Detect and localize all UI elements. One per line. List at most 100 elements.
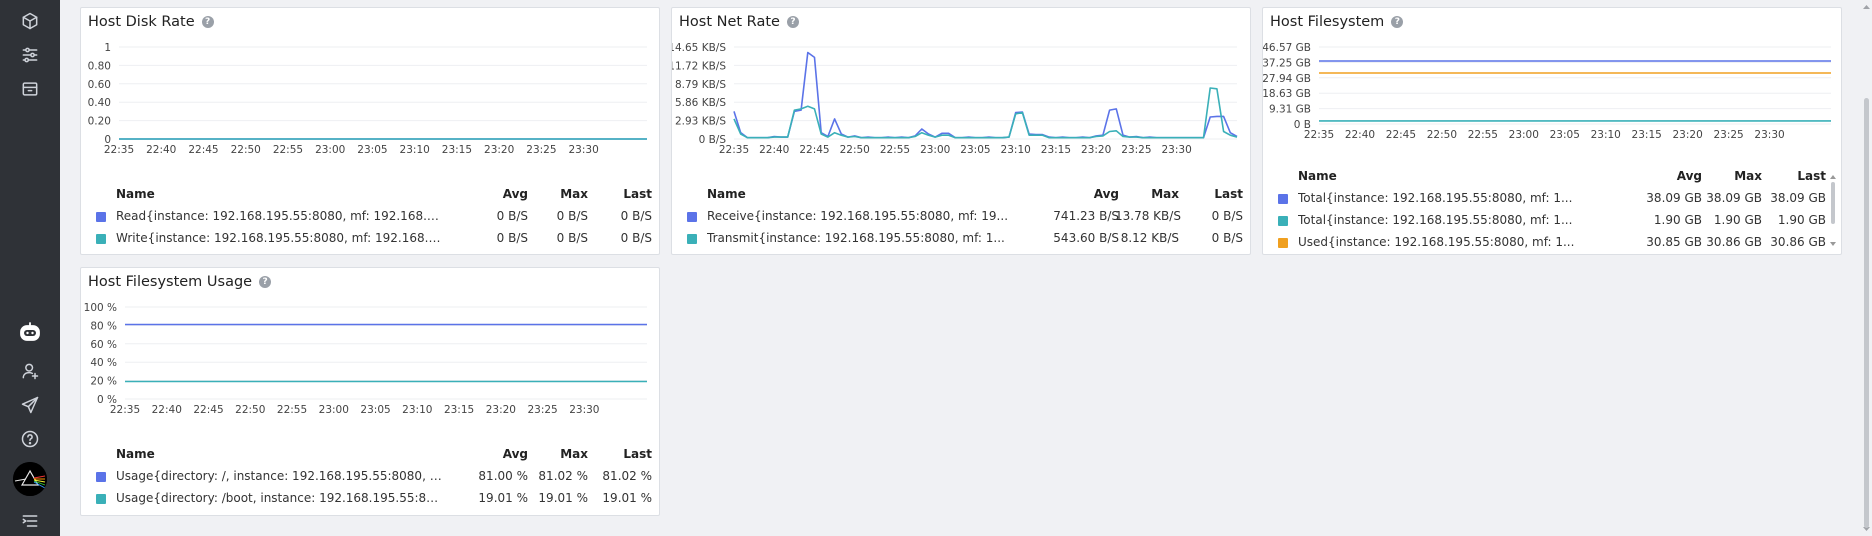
x-tick-label: 22:40: [146, 144, 176, 156]
legend-avg: 19.01 %: [478, 491, 528, 505]
y-tick-label: 2.93 KB/S: [675, 116, 726, 128]
x-tick-label: 23:00: [1509, 129, 1539, 141]
x-tick-label: 22:35: [719, 144, 749, 156]
y-tick-label: 27.94 GB: [1263, 73, 1311, 85]
chart-host-disk-rate: 10.800.600.400.20022:35 22:40 22:45 22:50 22…: [88, 42, 647, 156]
page-scrollbar-thumb[interactable]: [1864, 98, 1869, 528]
legend-swatch: [96, 472, 106, 482]
y-tick-label: 5.86 KB/S: [675, 97, 726, 109]
x-tick-label: 22:45: [188, 144, 218, 156]
legend-header-last: Last: [623, 187, 652, 201]
x-tick-label: 23:10: [400, 144, 430, 156]
legend-header-last: Last: [1797, 169, 1826, 183]
x-tick-label: 22:45: [799, 144, 829, 156]
legend-series-name: Receive{instance: 192.168.195.55:8080, m…: [707, 209, 1009, 223]
legend-swatch: [96, 494, 106, 504]
x-tick-label: 23:30: [1754, 129, 1784, 141]
legend-header-avg: Avg: [1676, 169, 1702, 183]
legend-item[interactable]: Usage{directory: /boot, instance: 192.16…: [96, 488, 652, 508]
send-icon[interactable]: [16, 391, 44, 419]
legend-last: 0 B/S: [1211, 209, 1243, 223]
panel-host-net-rate: Host Net Rate ? 14.65 KB/S 11.72 KB/S 8.79…: [671, 7, 1251, 255]
y-tick-label: 0.80: [88, 60, 111, 72]
legend-last: 0 B/S: [620, 231, 652, 245]
legend-series-name: Total{instance: 192.168.195.55:8080, mf:…: [1298, 191, 1573, 205]
legend-scrollbar[interactable]: [1829, 168, 1837, 254]
x-tick-label: 22:40: [759, 144, 789, 156]
legend-header-name: Name: [116, 187, 155, 201]
bot-icon[interactable]: [16, 318, 44, 346]
legend-item[interactable]: Used{instance: 192.168.195.55:8080, mf: …: [1278, 232, 1826, 252]
x-tick-label: 23:00: [920, 144, 950, 156]
x-tick-label: 23:20: [1081, 144, 1111, 156]
legend-item[interactable]: Write{instance: 192.168.195.55:8080, mf:…: [96, 228, 652, 248]
legend-series-name: Write{instance: 192.168.195.55:8080, mf:…: [116, 231, 442, 245]
panel-host-filesystem: Host Filesystem ? 46.57 GB 37.25 GB 27.94 …: [1262, 7, 1842, 255]
legend-swatch: [687, 212, 697, 222]
x-tick-label: 23:25: [527, 404, 557, 416]
chart-host-net-rate: 14.65 KB/S 11.72 KB/S 8.79 KB/S 5.86 KB/S 2.…: [672, 42, 1238, 156]
x-tick-label: 22:40: [1345, 129, 1375, 141]
y-tick-label: 0.20: [88, 116, 111, 128]
legend-header-avg: Avg: [1093, 187, 1119, 201]
y-tick-label: 8.79 KB/S: [675, 79, 726, 91]
x-tick-label: 23:30: [569, 404, 599, 416]
x-tick-label: 22:35: [104, 144, 134, 156]
x-tick-label: 22:50: [235, 404, 265, 416]
legend-item[interactable]: Transmit{instance: 192.168.195.55:8080, …: [687, 228, 1243, 248]
legend-item[interactable]: Read{instance: 192.168.195.55:8080, mf: …: [96, 206, 652, 226]
sidebar: [0, 0, 60, 536]
x-tick-label: 23:00: [315, 144, 345, 156]
legend-series-name: Usage{directory: /boot, instance: 192.16…: [116, 491, 442, 505]
legend-avg: 0 B/S: [496, 209, 528, 223]
legend-header: Name Avg Max Last: [1278, 166, 1826, 186]
legend-header-avg: Avg: [502, 187, 528, 201]
y-tick-label: 46.57 GB: [1263, 42, 1311, 54]
series-line: [733, 87, 1238, 139]
x-tick-label: 22:45: [1386, 129, 1416, 141]
legend-last: 1.90 GB: [1777, 213, 1826, 227]
legend-header: Name Avg Max Last: [687, 184, 1243, 204]
help-icon[interactable]: [16, 425, 44, 453]
x-tick-label: 22:50: [840, 144, 870, 156]
sliders-icon[interactable]: [16, 41, 44, 69]
avatar[interactable]: [13, 462, 47, 496]
y-tick-label: 9.31 GB: [1269, 104, 1311, 116]
x-tick-label: 23:10: [402, 404, 432, 416]
x-tick-label: 23:20: [486, 404, 516, 416]
user-add-icon[interactable]: [16, 357, 44, 385]
legend-item[interactable]: Usage{directory: /, instance: 192.168.19…: [96, 466, 652, 486]
y-tick-label: 14.65 KB/S: [672, 42, 726, 54]
x-tick-label: 22:55: [880, 144, 910, 156]
x-tick-label: 23:25: [1713, 129, 1743, 141]
y-tick-label: 60 %: [90, 339, 117, 351]
menu-expand-icon[interactable]: [16, 507, 44, 535]
legend-header-name: Name: [1298, 169, 1337, 183]
x-tick-label: 23:10: [1001, 144, 1031, 156]
x-tick-label: 23:10: [1591, 129, 1621, 141]
legend-series-name: Usage{directory: /, instance: 192.168.19…: [116, 469, 442, 483]
legend-header: Name Avg Max Last: [96, 184, 652, 204]
x-tick-label: 23:30: [569, 144, 599, 156]
x-tick-label: 23:05: [960, 144, 990, 156]
page-scrollbar[interactable]: [1861, 0, 1872, 536]
x-tick-label: 23:15: [1632, 129, 1662, 141]
legend-item[interactable]: Receive{instance: 192.168.195.55:8080, m…: [687, 206, 1243, 226]
legend: Name Avg Max Last Read{instance: 192.168.195…: [96, 184, 652, 256]
legend-item[interactable]: Total{instance: 192.168.195.55:8080, mf:…: [1278, 210, 1826, 230]
legend-header-last: Last: [623, 447, 652, 461]
legend-header-last: Last: [1214, 187, 1243, 201]
x-tick-label: 22:35: [110, 404, 140, 416]
archive-icon[interactable]: [16, 75, 44, 103]
legend-avg: 741.23 B/S: [1053, 209, 1119, 223]
x-tick-label: 22:55: [273, 144, 303, 156]
legend-item[interactable]: Total{instance: 192.168.195.55:8080, mf:…: [1278, 188, 1826, 208]
x-tick-label: 23:05: [357, 144, 387, 156]
legend-avg: 81.00 %: [478, 469, 528, 483]
x-tick-label: 23:15: [442, 144, 472, 156]
chart-host-filesystem-usage: 100 %80 %60 %40 %20 %0 %22:35 22:40 22:45 2…: [84, 302, 647, 416]
cube-icon[interactable]: [16, 7, 44, 35]
x-tick-label: 22:50: [1427, 129, 1457, 141]
legend-last: 30.86 GB: [1770, 235, 1826, 249]
x-tick-label: 22:35: [1304, 129, 1334, 141]
